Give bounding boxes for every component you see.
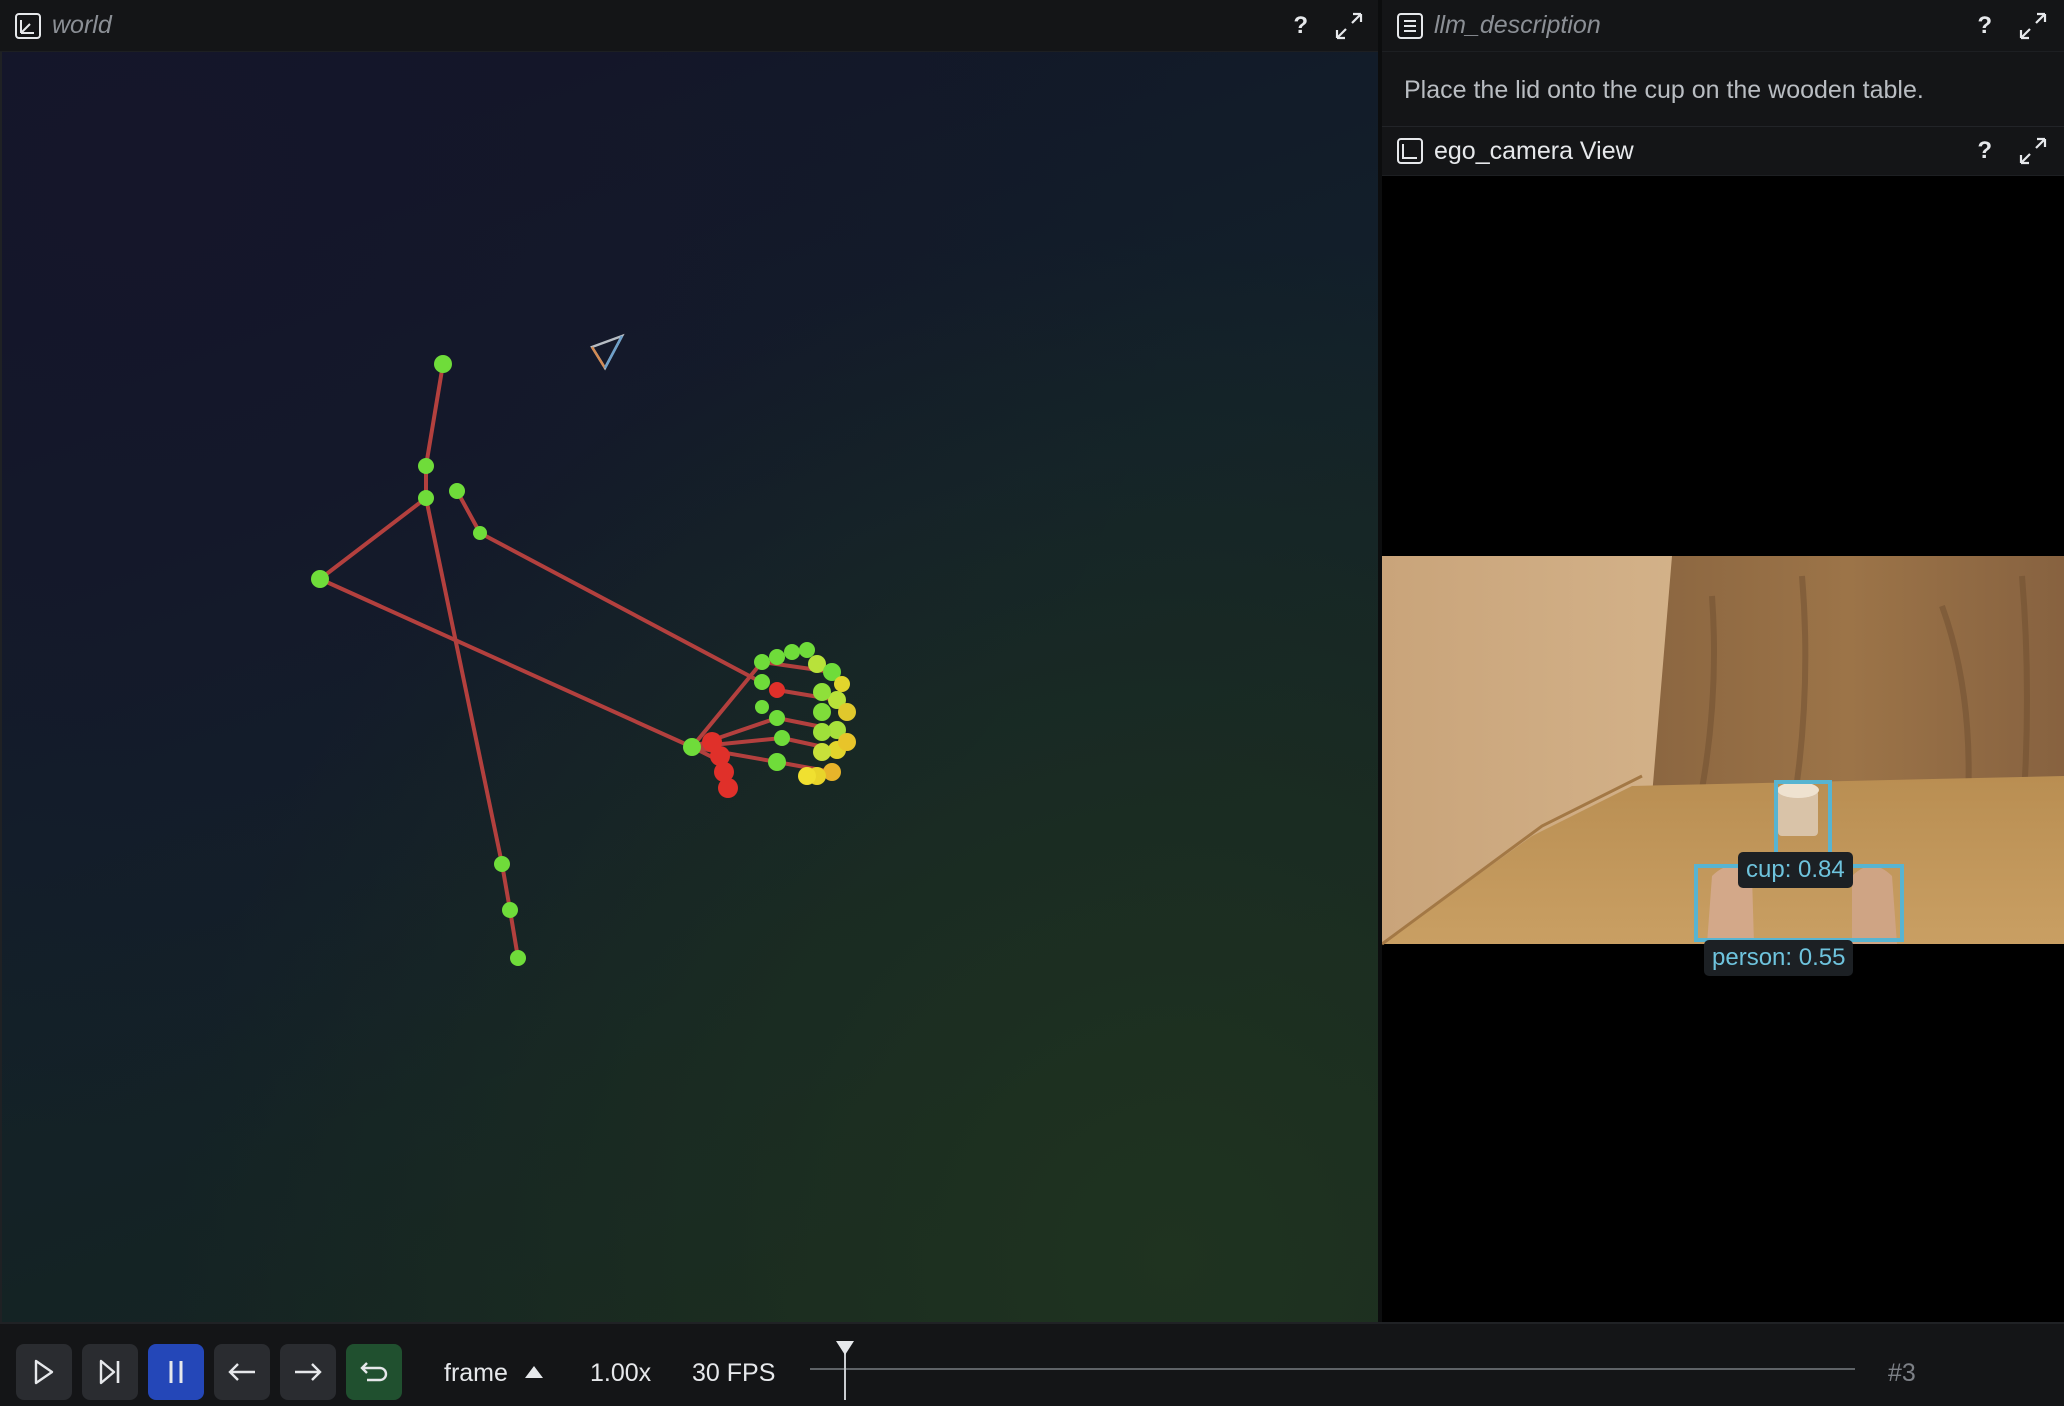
timeline-cursor-head-icon[interactable] — [835, 1340, 855, 1356]
ego-camera-title: ego_camera View — [1434, 136, 1634, 165]
pause-icon — [169, 1361, 183, 1383]
play-button[interactable] — [16, 1344, 72, 1400]
ego-camera-viewport[interactable]: cup: 0.84 person: 0.55 — [1382, 176, 2064, 1322]
caret-up-icon[interactable] — [524, 1364, 544, 1380]
current-frame-label: #3 — [1888, 1359, 1916, 1387]
world-panel-title: world — [52, 11, 112, 39]
timeline-selector[interactable]: frame — [444, 1358, 508, 1388]
maximize-icon[interactable] — [1334, 11, 1364, 41]
text-document-icon — [1396, 12, 1424, 40]
loop-button[interactable] — [346, 1344, 402, 1400]
llm-description-text: Place the lid onto the cup on the wooden… — [1382, 52, 2064, 126]
loop-icon — [360, 1362, 388, 1382]
detection-label-person: person: 0.55 — [1704, 940, 1854, 976]
skip-to-end-icon — [99, 1359, 120, 1385]
detection-label-cup: cup: 0.84 — [1738, 852, 1853, 888]
spatial-2d-view-icon — [1396, 137, 1424, 165]
ego-camera-header: ego_camera View ? — [1382, 126, 2064, 176]
timeline-track[interactable] — [810, 1368, 1855, 1370]
help-button[interactable]: ? — [1293, 12, 1308, 40]
world-panel-header: world ? — [0, 0, 1380, 52]
arrow-left-icon — [228, 1363, 255, 1381]
playback-speed[interactable]: 1.00x — [590, 1358, 651, 1388]
playback-fps[interactable]: 30 FPS — [692, 1358, 775, 1388]
world-3d-viewport[interactable] — [0, 52, 1380, 1322]
maximize-icon[interactable] — [2018, 136, 2048, 166]
llm-description-title: llm_description — [1434, 11, 1601, 39]
camera-frustum-icon — [590, 333, 625, 371]
skeleton-joints — [311, 355, 856, 966]
play-icon — [34, 1359, 54, 1385]
spatial-3d-view-icon — [14, 12, 42, 40]
world-panel: world ? — [0, 0, 1380, 1322]
maximize-icon[interactable] — [2018, 11, 2048, 41]
arrow-right-icon — [295, 1363, 322, 1381]
step-forward-button[interactable] — [82, 1344, 138, 1400]
step-back-button[interactable] — [214, 1344, 270, 1400]
time-panel: frame 1.00x 30 FPS #3 — [0, 1322, 2064, 1406]
help-button[interactable]: ? — [1977, 137, 1992, 165]
help-button[interactable]: ? — [1977, 12, 1992, 40]
step-forward-arrow-button[interactable] — [280, 1344, 336, 1400]
camera-image — [1382, 556, 2064, 946]
llm-description-header: llm_description ? — [1382, 0, 2064, 52]
pause-button[interactable] — [148, 1344, 204, 1400]
